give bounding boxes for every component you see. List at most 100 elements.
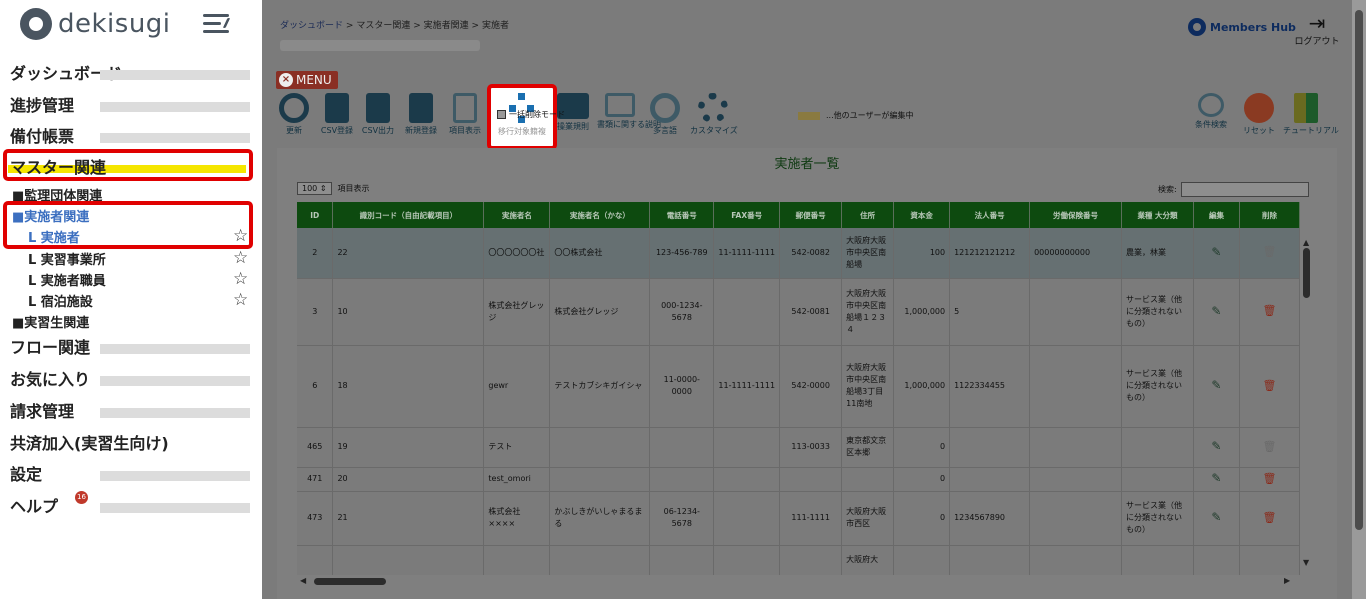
edit-icon[interactable]: ✎: [1211, 510, 1221, 524]
sidebar-item-flow[interactable]: フロー関連: [0, 332, 262, 358]
column-header[interactable]: 郵便番号: [779, 202, 843, 228]
table-cell: 00000000000: [1029, 228, 1123, 279]
search-label: 検索:: [1158, 185, 1177, 194]
star-icon[interactable]: ☆: [233, 290, 248, 310]
sidebar-sub-staff[interactable]: L 実施者職員 ☆: [0, 269, 262, 289]
table-row[interactable]: 2 22 〇〇〇〇〇〇社 〇〇株式会社 123-456-789 11-1111-1111 5…: [297, 228, 1300, 279]
table-row[interactable]: 6 18 gewr テストカブシキガイシャ 11-0000-0000 11-1111-11…: [297, 345, 1300, 428]
table-row[interactable]: 471 20 test_omori 0 ✎ 🗑: [297, 467, 1300, 492]
table-row[interactable]: 465 19 テスト 113-0033 東京都文京区本郷 0 ✎ 🗑: [297, 427, 1300, 468]
tool-label: カスタマイズ: [690, 126, 738, 135]
column-header-label: ID: [310, 210, 320, 220]
new-record-button[interactable]: 新規登録: [398, 93, 444, 136]
edit-icon[interactable]: ✎: [1211, 471, 1221, 485]
trash-icon[interactable]: 🗑: [1262, 440, 1276, 453]
app-logo[interactable]: dekisugi: [20, 7, 171, 41]
highlight-master: [3, 149, 253, 181]
edit-icon[interactable]: ✎: [1211, 439, 1221, 453]
members-hub-link[interactable]: Members Hub: [1188, 18, 1296, 36]
trash-icon[interactable]: 🗑: [1262, 245, 1276, 258]
table-cell: 473: [297, 491, 334, 546]
multilingual-button[interactable]: 多言語: [642, 93, 688, 136]
column-display-button[interactable]: 項目表示: [442, 93, 488, 136]
sidebar-item-settings[interactable]: 設定: [0, 459, 262, 485]
refresh-button[interactable]: 更新: [271, 93, 317, 136]
table-cell: 5: [949, 278, 1031, 346]
edit-icon[interactable]: ✎: [1211, 245, 1221, 259]
trash-icon[interactable]: 🗑: [1262, 511, 1276, 524]
edit-icon[interactable]: ✎: [1211, 304, 1221, 318]
bulk-delete-checkbox[interactable]: [497, 110, 506, 119]
table-cell: 1234567890: [949, 491, 1031, 546]
search-input[interactable]: [1180, 182, 1309, 197]
document-explanation-button[interactable]: 書類に関する説明: [597, 93, 661, 130]
column-header[interactable]: 法人番号: [949, 202, 1031, 228]
column-header-label: 資本金: [910, 210, 933, 220]
column-header[interactable]: ID: [297, 202, 334, 228]
table-horizontal-scrollbar[interactable]: ◀ ▶: [300, 575, 1295, 587]
reset-button[interactable]: リセット: [1236, 93, 1282, 136]
customize-button[interactable]: カスタマイズ: [690, 93, 738, 136]
divider: [100, 102, 250, 112]
sidebar-item-progress[interactable]: 進捗管理: [0, 90, 262, 116]
csv-export-button[interactable]: CSV出力: [355, 93, 401, 136]
page-scrollbar[interactable]: [1352, 0, 1366, 599]
gear-icon: [698, 93, 728, 123]
column-header[interactable]: 資本金: [893, 202, 951, 228]
scrollbar-thumb[interactable]: [1303, 248, 1310, 298]
sidebar-sub-trainee[interactable]: ■実習生関連: [0, 311, 262, 331]
column-header[interactable]: 実施者名（かな）: [549, 202, 651, 228]
breadcrumb-link-implementer-group[interactable]: 実施者関連: [424, 21, 469, 31]
breadcrumb-link-dashboard[interactable]: ダッシュボード: [280, 21, 343, 31]
column-header[interactable]: 労働保険番号: [1029, 202, 1123, 228]
csv-import-button[interactable]: CSV登録: [314, 93, 360, 136]
column-header[interactable]: 実施者名: [483, 202, 551, 228]
edit-icon[interactable]: ✎: [1211, 378, 1221, 392]
table-row[interactable]: 大阪府大: [297, 545, 1300, 575]
star-icon[interactable]: ☆: [233, 248, 248, 268]
sidebar-item-ledger[interactable]: 備付帳票: [0, 121, 262, 147]
table-cell: 22: [332, 228, 485, 279]
table-row[interactable]: 3 10 株式会社グレッジ 株式会社グレッジ 000-1234-5678 542-0081…: [297, 278, 1300, 346]
divider: [100, 471, 250, 481]
column-display-icon: [453, 93, 477, 123]
page-size-select[interactable]: 100 ⇕: [297, 182, 332, 195]
trash-icon[interactable]: 🗑: [1262, 379, 1276, 392]
sidebar-collapse-icon[interactable]: [203, 13, 235, 35]
table-cell: [649, 545, 715, 575]
table-cell: 大阪府大阪市西区: [841, 491, 895, 546]
table-cell: test_omori: [483, 467, 551, 492]
sidebar-item-billing[interactable]: 請求管理: [0, 396, 262, 422]
table-vertical-scrollbar[interactable]: ▲ ▼: [1300, 238, 1313, 570]
table-cell: 0: [893, 427, 951, 468]
condition-search-button[interactable]: 条件検索: [1188, 93, 1234, 130]
column-header[interactable]: FAX番号: [713, 202, 781, 228]
sidebar-item-dashboard[interactable]: ダッシュボード: [0, 58, 262, 84]
column-header[interactable]: 業種 大分類: [1121, 202, 1194, 228]
table-cell: [332, 545, 485, 575]
logout-button[interactable]: ⇥ ログアウト: [1292, 12, 1342, 47]
table-cell: 542-0082: [779, 228, 843, 279]
sidebar-item-favorites[interactable]: お気に入り: [0, 364, 262, 390]
column-header[interactable]: 住所: [841, 202, 895, 228]
column-header[interactable]: 識別コード（自由記載項目）: [332, 202, 485, 228]
sidebar-item-insurance[interactable]: 共済加入(実習生向け): [0, 428, 262, 454]
tutorial-button[interactable]: チュートリアル: [1283, 93, 1339, 136]
scrollbar-thumb[interactable]: [314, 578, 386, 585]
tool-label: 条件検索: [1195, 120, 1227, 129]
trash-icon[interactable]: 🗑: [1262, 472, 1276, 485]
page-title: 実施者一覧: [774, 157, 840, 172]
table-row[interactable]: 473 21 株式会社×××× かぶしきがいしゃまるまる 06-1234-5678 111…: [297, 491, 1300, 546]
breadcrumb-link-master[interactable]: マスター関連: [356, 21, 410, 31]
sidebar-sub-lodging[interactable]: L 宿泊施設 ☆: [0, 290, 262, 310]
column-header[interactable]: 電話番号: [649, 202, 715, 228]
sidebar-item-help[interactable]: ヘルプ: [0, 491, 262, 517]
scrollbar-thumb[interactable]: [1355, 10, 1363, 530]
table-cell: 19: [332, 427, 485, 468]
bulk-delete-toggle[interactable]: 一括削除モード: [497, 109, 565, 120]
trash-icon[interactable]: 🗑: [1262, 304, 1276, 317]
sidebar-sub-training-site[interactable]: L 実習事業所 ☆: [0, 248, 262, 268]
star-icon[interactable]: ☆: [233, 269, 248, 289]
table-cell: 株式会社グレッジ: [483, 278, 551, 346]
menu-button[interactable]: × MENU: [276, 71, 338, 89]
